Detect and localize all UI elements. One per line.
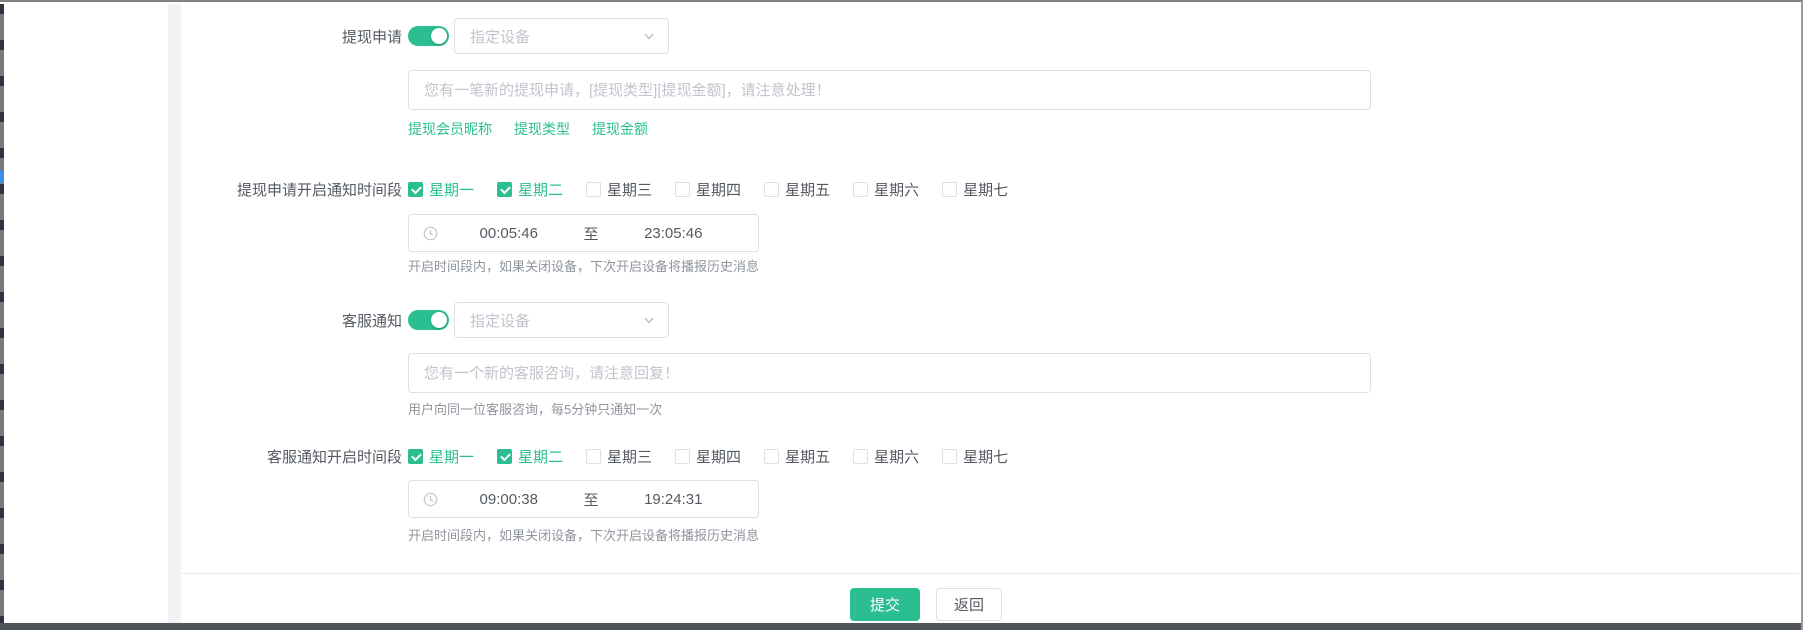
weekday-checkbox[interactable]: 星期二 xyxy=(497,446,563,467)
weekday-checkbox[interactable]: 星期七 xyxy=(942,179,1008,200)
withdraw-schedule-row: 提现申请开启通知时间段 星期一 星期二 星期三 星期四 星期五 星期六 星期七 xyxy=(181,180,1008,198)
weekday-checkbox[interactable]: 星期五 xyxy=(764,179,830,200)
withdraw-time-range-picker[interactable]: 至 xyxy=(408,214,759,252)
service-time-helper: 开启时间段内，如果关闭设备，下次开启设备将播报历史消息 xyxy=(408,525,759,544)
chevron-down-icon xyxy=(642,29,656,43)
weekday-checkbox[interactable]: 星期四 xyxy=(675,179,741,200)
withdraw-schedule-label: 提现申请开启通知时间段 xyxy=(181,179,402,200)
clock-icon xyxy=(423,492,438,507)
checkbox-icon xyxy=(675,449,690,464)
select-placeholder: 指定设备 xyxy=(470,26,642,47)
service-message-input[interactable] xyxy=(408,353,1371,393)
time-separator: 至 xyxy=(580,223,603,244)
weekday-checkbox[interactable]: 星期五 xyxy=(764,446,830,467)
service-schedule-row: 客服通知开启时间段 星期一 星期二 星期三 星期四 星期五 星期六 星期七 xyxy=(181,447,1008,465)
withdraw-label: 提现申请 xyxy=(181,26,402,47)
weekday-checkbox[interactable]: 星期一 xyxy=(408,179,474,200)
withdraw-message-input[interactable] xyxy=(408,70,1371,110)
toggle-knob-icon xyxy=(431,312,447,328)
withdraw-toggle[interactable] xyxy=(408,26,449,46)
weekday-checkbox[interactable]: 星期二 xyxy=(497,179,563,200)
checkbox-icon xyxy=(853,449,868,464)
weekday-checkbox[interactable]: 星期六 xyxy=(853,446,919,467)
toggle-knob-icon xyxy=(431,28,447,44)
chevron-down-icon xyxy=(642,313,656,327)
back-button[interactable]: 返回 xyxy=(936,588,1002,621)
withdraw-time-helper: 开启时间段内，如果关闭设备，下次开启设备将播报历史消息 xyxy=(408,256,759,275)
checkbox-icon xyxy=(853,182,868,197)
weekday-checkbox[interactable]: 星期一 xyxy=(408,446,474,467)
service-schedule-label: 客服通知开启时间段 xyxy=(181,446,402,467)
select-placeholder: 指定设备 xyxy=(470,310,642,331)
tag-withdraw-type-link[interactable]: 提现类型 xyxy=(514,119,570,139)
horizontal-scrollbar[interactable] xyxy=(0,623,1801,630)
footer-divider xyxy=(181,573,1799,574)
service-time-row: 至 xyxy=(181,480,759,518)
service-device-select[interactable]: 指定设备 xyxy=(454,302,669,338)
panel-gutter xyxy=(168,4,181,623)
service-end-time-input[interactable] xyxy=(603,490,745,509)
service-label: 客服通知 xyxy=(181,310,402,331)
service-start-time-input[interactable] xyxy=(438,490,580,509)
tag-member-nickname-link[interactable]: 提现会员昵称 xyxy=(408,119,492,139)
withdraw-end-time-input[interactable] xyxy=(603,224,745,243)
checkbox-icon xyxy=(586,182,601,197)
weekday-checkbox[interactable]: 星期七 xyxy=(942,446,1008,467)
clock-icon xyxy=(423,226,438,241)
checkbox-icon xyxy=(764,182,779,197)
checkbox-icon xyxy=(408,449,423,464)
weekday-checkbox[interactable]: 星期六 xyxy=(853,179,919,200)
withdraw-message-row xyxy=(181,70,1371,110)
withdraw-device-select[interactable]: 指定设备 xyxy=(454,18,669,54)
checkbox-icon xyxy=(942,449,957,464)
service-message-helper: 用户向同一位客服咨询，每5分钟只通知一次 xyxy=(408,399,662,418)
weekday-checkbox[interactable]: 星期三 xyxy=(586,179,652,200)
withdraw-row: 提现申请 指定设备 xyxy=(181,18,669,54)
weekday-checkbox[interactable]: 星期三 xyxy=(586,446,652,467)
checkbox-icon xyxy=(764,449,779,464)
withdraw-start-time-input[interactable] xyxy=(438,224,580,243)
checkbox-icon xyxy=(675,182,690,197)
withdraw-time-row: 至 xyxy=(181,214,759,252)
submit-button[interactable]: 提交 xyxy=(850,588,920,621)
tag-withdraw-amount-link[interactable]: 提现金额 xyxy=(592,119,648,139)
withdraw-tags-row: 提现会员昵称 提现类型 提现金额 xyxy=(181,120,648,138)
service-row: 客服通知 指定设备 xyxy=(181,302,669,338)
checkbox-icon xyxy=(942,182,957,197)
service-time-range-picker[interactable]: 至 xyxy=(408,480,759,518)
checkbox-icon xyxy=(497,182,512,197)
weekday-checkbox[interactable]: 星期四 xyxy=(675,446,741,467)
sidebar-panel xyxy=(4,4,168,623)
settings-form: 提现申请 指定设备 提现会员昵称 提现类型 xyxy=(181,4,1799,623)
checkbox-icon xyxy=(586,449,601,464)
checkbox-icon xyxy=(408,182,423,197)
service-toggle[interactable] xyxy=(408,310,449,330)
time-separator: 至 xyxy=(580,489,603,510)
checkbox-icon xyxy=(497,449,512,464)
app-window: 提现申请 指定设备 提现会员昵称 提现类型 xyxy=(0,0,1803,630)
service-message-row xyxy=(181,353,1371,393)
